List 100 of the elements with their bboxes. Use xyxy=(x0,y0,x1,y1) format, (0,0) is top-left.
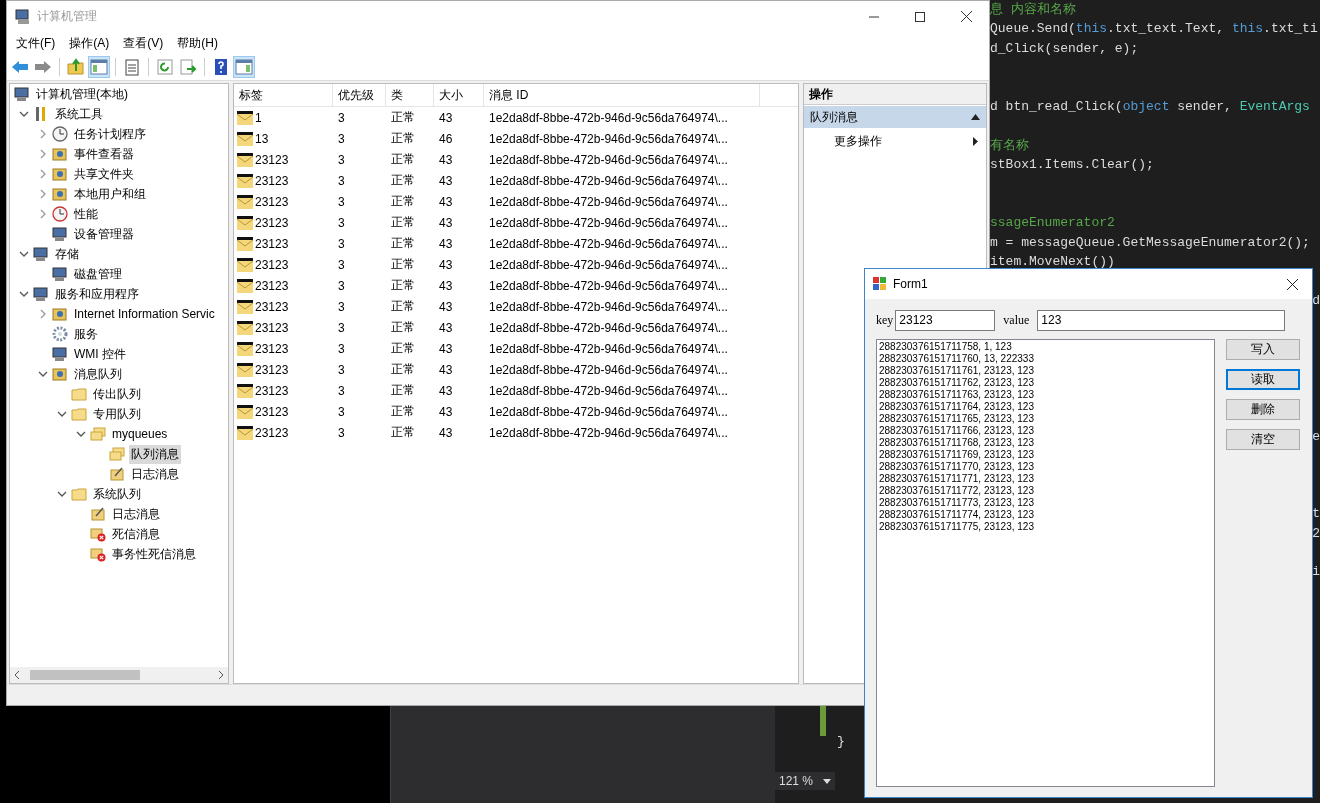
tree-pane-icon[interactable] xyxy=(88,56,110,78)
tree-item[interactable]: 事件查看器 xyxy=(72,144,136,164)
table-cell: 1e2da8df-8bbe-472b-946d-9c56da764974\... xyxy=(489,404,728,419)
form-button[interactable]: 清空 xyxy=(1226,429,1300,450)
list-item[interactable]: 288230376151711770, 23123, 123 xyxy=(879,461,1212,473)
chevron-down-icon[interactable] xyxy=(18,249,29,259)
table-cell: 1e2da8df-8bbe-472b-946d-9c56da764974\... xyxy=(489,299,728,314)
list-item[interactable]: 288230376151711769, 23123, 123 xyxy=(879,449,1212,461)
tree-item[interactable]: Internet Information Servic xyxy=(72,306,217,322)
table-cell: 23123 xyxy=(255,173,289,188)
tree-item[interactable]: 队列消息 xyxy=(129,444,181,464)
action-pane-icon[interactable] xyxy=(233,56,255,78)
column-header[interactable]: 类 xyxy=(386,84,434,106)
table-cell: 43 xyxy=(439,362,453,377)
envelope-icon xyxy=(237,110,253,125)
list-item[interactable]: 288230376151711763, 23123, 123 xyxy=(879,389,1212,401)
column-header[interactable]: 标签 xyxy=(234,84,333,106)
table-cell: 1e2da8df-8bbe-472b-946d-9c56da764974\... xyxy=(489,257,728,272)
menu-item[interactable]: 查看(V) xyxy=(116,34,171,52)
key-field[interactable]: 23123 xyxy=(895,309,996,331)
envelope-icon xyxy=(237,152,253,167)
list-item[interactable]: 288230376151711765, 23123, 123 xyxy=(879,413,1212,425)
value-field[interactable]: 123 xyxy=(1037,309,1286,331)
list-item[interactable]: 288230376151711774, 23123, 123 xyxy=(879,509,1212,521)
code-fragment: 2 xyxy=(1312,524,1320,543)
table-cell: 43 xyxy=(439,110,453,125)
table-cell: 3 xyxy=(338,341,345,356)
tree-item[interactable]: 设备管理器 xyxy=(72,224,136,244)
code-fragment: t xyxy=(1312,505,1320,524)
list-item[interactable]: 288230376151711773, 23123, 123 xyxy=(879,497,1212,509)
list-item[interactable]: 288230376151711768, 23123, 123 xyxy=(879,437,1212,449)
list-item[interactable]: 288230376151711771, 23123, 123 xyxy=(879,473,1212,485)
scroll-left-icon[interactable] xyxy=(14,671,20,679)
chevron-down-icon[interactable] xyxy=(75,429,86,439)
tree-item[interactable]: 性能 xyxy=(72,204,100,224)
envelope-icon xyxy=(237,215,253,230)
column-header[interactable]: 优先级 xyxy=(333,84,386,106)
table-cell: 正常 xyxy=(391,235,415,252)
tree-item[interactable]: 消息队列 xyxy=(72,364,124,384)
envelope-icon xyxy=(237,278,253,293)
tree-item[interactable]: myqueues xyxy=(110,426,170,442)
envelope-icon xyxy=(237,173,253,188)
chevron-down-icon[interactable] xyxy=(18,109,29,119)
tree-item[interactable]: 共享文件夹 xyxy=(72,164,136,184)
table-cell: 43 xyxy=(439,320,453,335)
more-actions-item[interactable]: 更多操作 xyxy=(804,130,986,152)
actions-section[interactable]: 队列消息 xyxy=(804,106,986,128)
table-cell: 1e2da8df-8bbe-472b-946d-9c56da764974\... xyxy=(489,131,728,146)
list-item[interactable]: 288230376151711758, 1, 123 xyxy=(879,341,1212,353)
tree-item[interactable]: 服务和应用程序 xyxy=(53,284,141,304)
journal-icon xyxy=(109,466,125,482)
form-button[interactable]: 删除 xyxy=(1226,399,1300,420)
list-item[interactable]: 288230376151711761, 23123, 123 xyxy=(879,365,1212,377)
tree-item[interactable]: 日志消息 xyxy=(129,464,181,484)
chevron-down-icon[interactable] xyxy=(37,369,48,379)
tree-item[interactable]: 系统工具 xyxy=(53,104,105,124)
tree-item[interactable]: 事务性死信消息 xyxy=(110,544,198,564)
tree-item[interactable]: 计算机管理(本地) xyxy=(34,84,130,104)
folder-icon xyxy=(71,386,87,402)
menu-item[interactable]: 文件(F) xyxy=(9,34,63,52)
tree-item[interactable]: WMI 控件 xyxy=(72,344,128,364)
list-item[interactable]: 288230376151711762, 23123, 123 xyxy=(879,377,1212,389)
tree-item[interactable]: 死信消息 xyxy=(110,524,162,544)
tree-item[interactable]: 专用队列 xyxy=(91,404,143,424)
table-cell: 1e2da8df-8bbe-472b-946d-9c56da764974\... xyxy=(489,278,728,293)
list-item[interactable]: 288230376151711772, 23123, 123 xyxy=(879,485,1212,497)
envelope-icon xyxy=(237,257,253,272)
chevron-down-icon[interactable] xyxy=(56,489,67,499)
tree-item[interactable]: 任务计划程序 xyxy=(72,124,148,144)
form-button[interactable]: 写入 xyxy=(1226,339,1300,360)
menu-item[interactable]: 操作(A) xyxy=(62,34,117,52)
menu-item[interactable]: 帮助(H) xyxy=(170,34,225,52)
tree-item[interactable]: 服务 xyxy=(72,324,100,344)
column-header[interactable]: 大小 xyxy=(434,84,484,106)
table-cell: 43 xyxy=(439,152,453,167)
zoom-dropdown[interactable]: 121 % xyxy=(775,772,835,790)
list-box[interactable] xyxy=(876,339,1215,787)
up-folder-icon[interactable] xyxy=(65,56,87,78)
table-cell: 23123 xyxy=(255,215,289,230)
tree-item[interactable]: 磁盘管理 xyxy=(72,264,124,284)
list-item[interactable]: 288230376151711764, 23123, 123 xyxy=(879,401,1212,413)
horizontal-scrollbar[interactable] xyxy=(10,667,228,683)
tree-item[interactable]: 存储 xyxy=(53,244,81,264)
scroll-right-icon[interactable] xyxy=(218,671,224,679)
chevron-down-icon[interactable] xyxy=(18,289,29,299)
list-item[interactable]: 288230376151711760, 13, 222333 xyxy=(879,353,1212,365)
chevron-down-icon[interactable] xyxy=(56,409,67,419)
tree-item[interactable]: 系统队列 xyxy=(91,484,143,504)
table-cell: 3 xyxy=(338,173,345,188)
export-icon[interactable] xyxy=(177,56,199,78)
table-cell: 3 xyxy=(338,257,345,272)
envelope-icon xyxy=(237,299,253,314)
tree-item[interactable]: 本地用户和组 xyxy=(72,184,148,204)
refresh-icon[interactable] xyxy=(154,56,176,78)
tree-item[interactable]: 传出队列 xyxy=(91,384,143,404)
list-item[interactable]: 288230376151711775, 23123, 123 xyxy=(879,521,1212,533)
form-button[interactable]: 读取 xyxy=(1226,369,1300,390)
column-header[interactable]: 消息 ID xyxy=(484,84,760,106)
tree-item[interactable]: 日志消息 xyxy=(110,504,162,524)
list-item[interactable]: 288230376151711766, 23123, 123 xyxy=(879,425,1212,437)
